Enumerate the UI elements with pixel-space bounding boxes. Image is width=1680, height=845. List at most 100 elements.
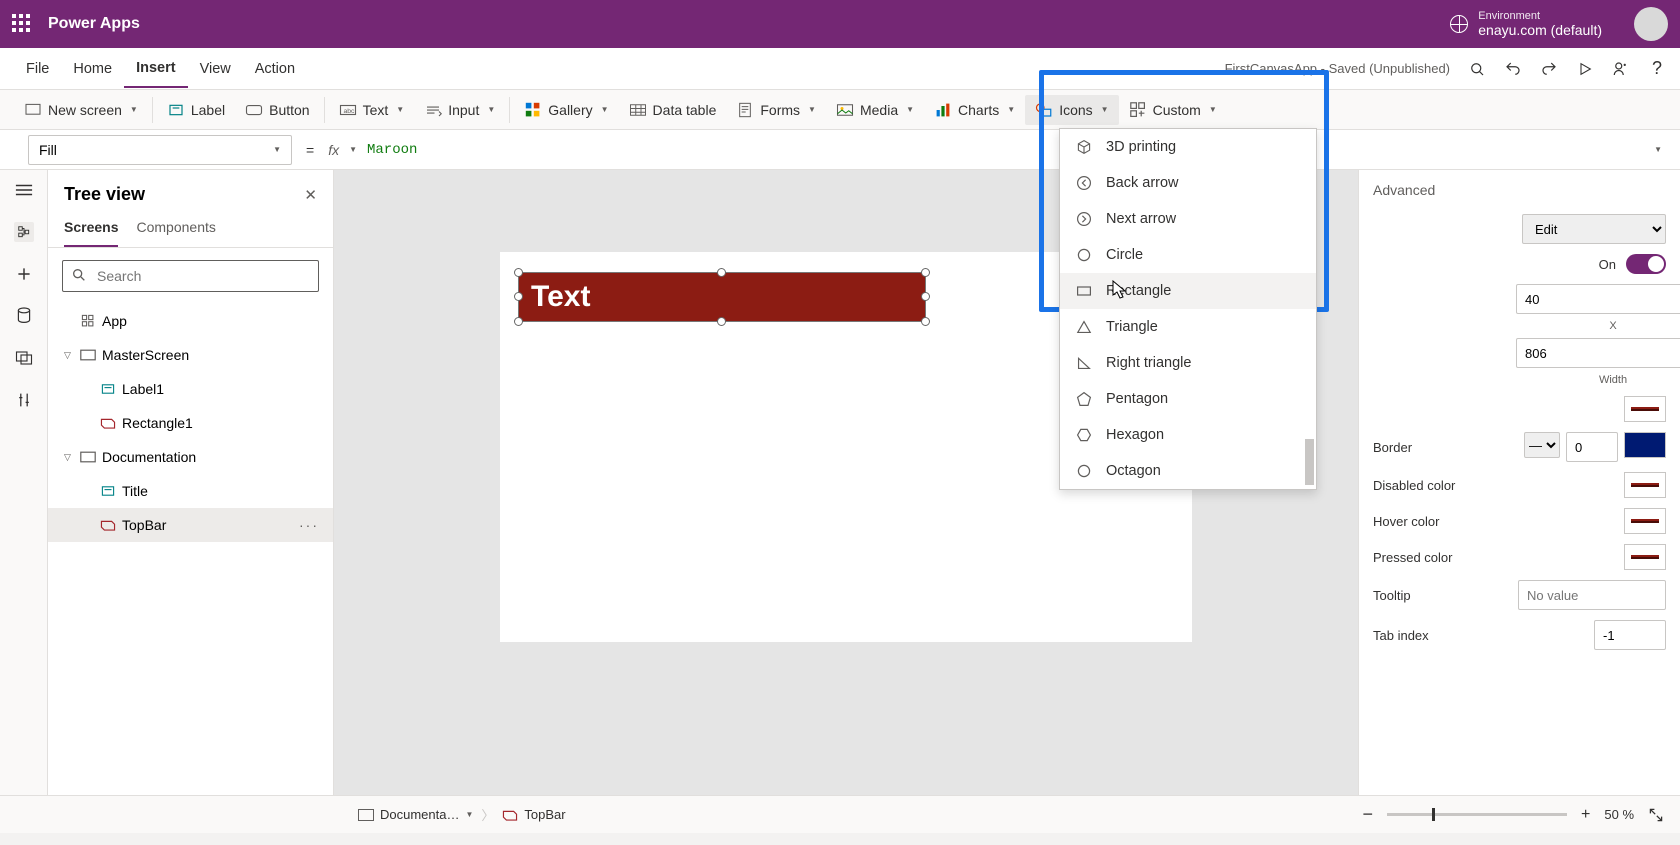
tabindex-input[interactable]	[1594, 620, 1666, 650]
custom-dropdown[interactable]: Custom▼	[1119, 95, 1227, 125]
display-mode-select[interactable]: Edit	[1522, 214, 1666, 244]
x-input[interactable]	[1516, 284, 1680, 314]
svg-text:abc: abc	[343, 108, 355, 115]
resize-handle[interactable]	[514, 268, 523, 277]
disabled-color-swatch[interactable]	[1624, 472, 1666, 498]
menu-view[interactable]: View	[188, 51, 243, 87]
resize-handle[interactable]	[921, 317, 930, 326]
input-icon	[424, 101, 442, 119]
tree-node-masterscreen[interactable]: ▽MasterScreen	[48, 338, 333, 372]
dropdown-scrollbar[interactable]	[1305, 129, 1314, 489]
help-icon[interactable]: ?	[1648, 60, 1666, 78]
icon-item-octagon[interactable]: Octagon	[1060, 453, 1316, 489]
resize-handle[interactable]	[717, 317, 726, 326]
insert-rail-icon[interactable]	[14, 264, 34, 284]
zoom-slider[interactable]	[1387, 813, 1567, 816]
breadcrumb-screen[interactable]: Documenta… ▼	[358, 807, 473, 822]
visible-label: On	[1599, 257, 1616, 272]
input-dropdown[interactable]: Input▼	[414, 95, 505, 125]
menu-file[interactable]: File	[14, 51, 61, 87]
close-icon[interactable]: ✕	[304, 186, 317, 204]
rectangle-icon	[100, 415, 116, 431]
hover-color-swatch[interactable]	[1624, 508, 1666, 534]
zoom-value: 50	[1604, 807, 1618, 822]
selected-rectangle[interactable]: Text	[518, 272, 926, 322]
button-button[interactable]: Button	[235, 95, 319, 125]
tree-node-title[interactable]: Title	[48, 474, 333, 508]
icon-item-circle[interactable]: Circle	[1060, 237, 1316, 273]
redo-icon[interactable]	[1540, 60, 1558, 78]
visible-toggle[interactable]	[1626, 254, 1666, 274]
icon-item-right-triangle[interactable]: Right triangle	[1060, 345, 1316, 381]
breadcrumb-control[interactable]: TopBar	[502, 807, 565, 822]
tree-search-input[interactable]	[62, 260, 319, 292]
border-width-input[interactable]	[1566, 432, 1618, 462]
media-rail-icon[interactable]	[14, 348, 34, 368]
icon-item-hexagon[interactable]: Hexagon	[1060, 417, 1316, 453]
data-rail-icon[interactable]	[14, 306, 34, 326]
tree-node-rectangle1[interactable]: Rectangle1	[48, 406, 333, 440]
pressed-color-swatch[interactable]	[1624, 544, 1666, 570]
new-screen-button[interactable]: New screen▼	[14, 95, 148, 125]
resize-handle[interactable]	[514, 292, 523, 301]
border-color-swatch[interactable]	[1624, 432, 1666, 458]
tree-node-app[interactable]: App	[48, 304, 333, 338]
menu-insert[interactable]: Insert	[124, 50, 188, 88]
formula-input[interactable]: Maroon	[367, 142, 417, 158]
zoom-out-button[interactable]: −	[1362, 804, 1373, 825]
waffle-icon[interactable]	[12, 14, 32, 34]
icon-item-back-arrow[interactable]: Back arrow	[1060, 165, 1316, 201]
label-button[interactable]: Label	[157, 95, 235, 125]
media-dropdown[interactable]: Media▼	[826, 95, 924, 125]
resize-handle[interactable]	[717, 268, 726, 277]
datatable-button[interactable]: Data table	[619, 95, 727, 125]
tree-tab-screens[interactable]: Screens	[64, 211, 118, 247]
border-style-select[interactable]: —	[1524, 432, 1560, 458]
globe-icon	[1450, 15, 1468, 33]
icon-item-triangle[interactable]: Triangle	[1060, 309, 1316, 345]
play-icon[interactable]	[1576, 60, 1594, 78]
menu-home[interactable]: Home	[61, 51, 124, 87]
resize-handle[interactable]	[921, 292, 930, 301]
app-checker-icon[interactable]	[1468, 60, 1486, 78]
properties-tab-advanced[interactable]: Advanced	[1373, 182, 1435, 204]
main-area: Tree view ✕ Screens Components App ▽Mast…	[0, 170, 1680, 795]
icon-item-3d-printing[interactable]: 3D printing	[1060, 129, 1316, 165]
chevron-down-icon: ▼	[130, 105, 138, 114]
tree-view-icon[interactable]	[14, 222, 34, 242]
next-arrow-icon	[1076, 211, 1092, 227]
property-dropdown[interactable]: Fill ▼	[28, 135, 292, 165]
undo-icon[interactable]	[1504, 60, 1522, 78]
advanced-tools-icon[interactable]	[14, 390, 34, 410]
tree-node-label1[interactable]: Label1	[48, 372, 333, 406]
resize-handle[interactable]	[921, 268, 930, 277]
label-icon	[100, 483, 116, 499]
environment-block[interactable]: Environment enayu.com (default)	[1450, 7, 1668, 41]
more-icon[interactable]: ···	[299, 517, 319, 533]
hamburger-icon[interactable]	[14, 180, 34, 200]
icon-item-pentagon[interactable]: Pentagon	[1060, 381, 1316, 417]
text-dropdown[interactable]: abcText▼	[329, 95, 415, 125]
menu-action[interactable]: Action	[243, 51, 307, 87]
fit-to-window-icon[interactable]	[1648, 807, 1664, 823]
share-icon[interactable]	[1612, 60, 1630, 78]
text-icon: abc	[339, 101, 357, 119]
icon-item-rectangle[interactable]: Rectangle	[1060, 273, 1316, 309]
gallery-dropdown[interactable]: Gallery▼	[514, 95, 618, 125]
fx-icon[interactable]: fx	[328, 142, 339, 158]
tree-tab-components[interactable]: Components	[136, 211, 215, 247]
forms-dropdown[interactable]: Forms▼	[726, 95, 826, 125]
resize-handle[interactable]	[514, 317, 523, 326]
zoom-in-button[interactable]: +	[1581, 806, 1590, 824]
chevron-down-icon[interactable]: ▼	[349, 145, 357, 154]
icon-item-next-arrow[interactable]: Next arrow	[1060, 201, 1316, 237]
icons-dropdown[interactable]: Icons▼	[1025, 95, 1118, 125]
expand-formula-icon[interactable]: ▼	[1654, 145, 1662, 154]
tree-node-topbar[interactable]: TopBar···	[48, 508, 333, 542]
tooltip-input[interactable]	[1518, 580, 1666, 610]
user-avatar[interactable]	[1634, 7, 1668, 41]
width-input[interactable]	[1516, 338, 1680, 368]
charts-dropdown[interactable]: Charts▼	[924, 95, 1025, 125]
color-swatch[interactable]	[1624, 396, 1666, 422]
tree-node-documentation[interactable]: ▽Documentation	[48, 440, 333, 474]
